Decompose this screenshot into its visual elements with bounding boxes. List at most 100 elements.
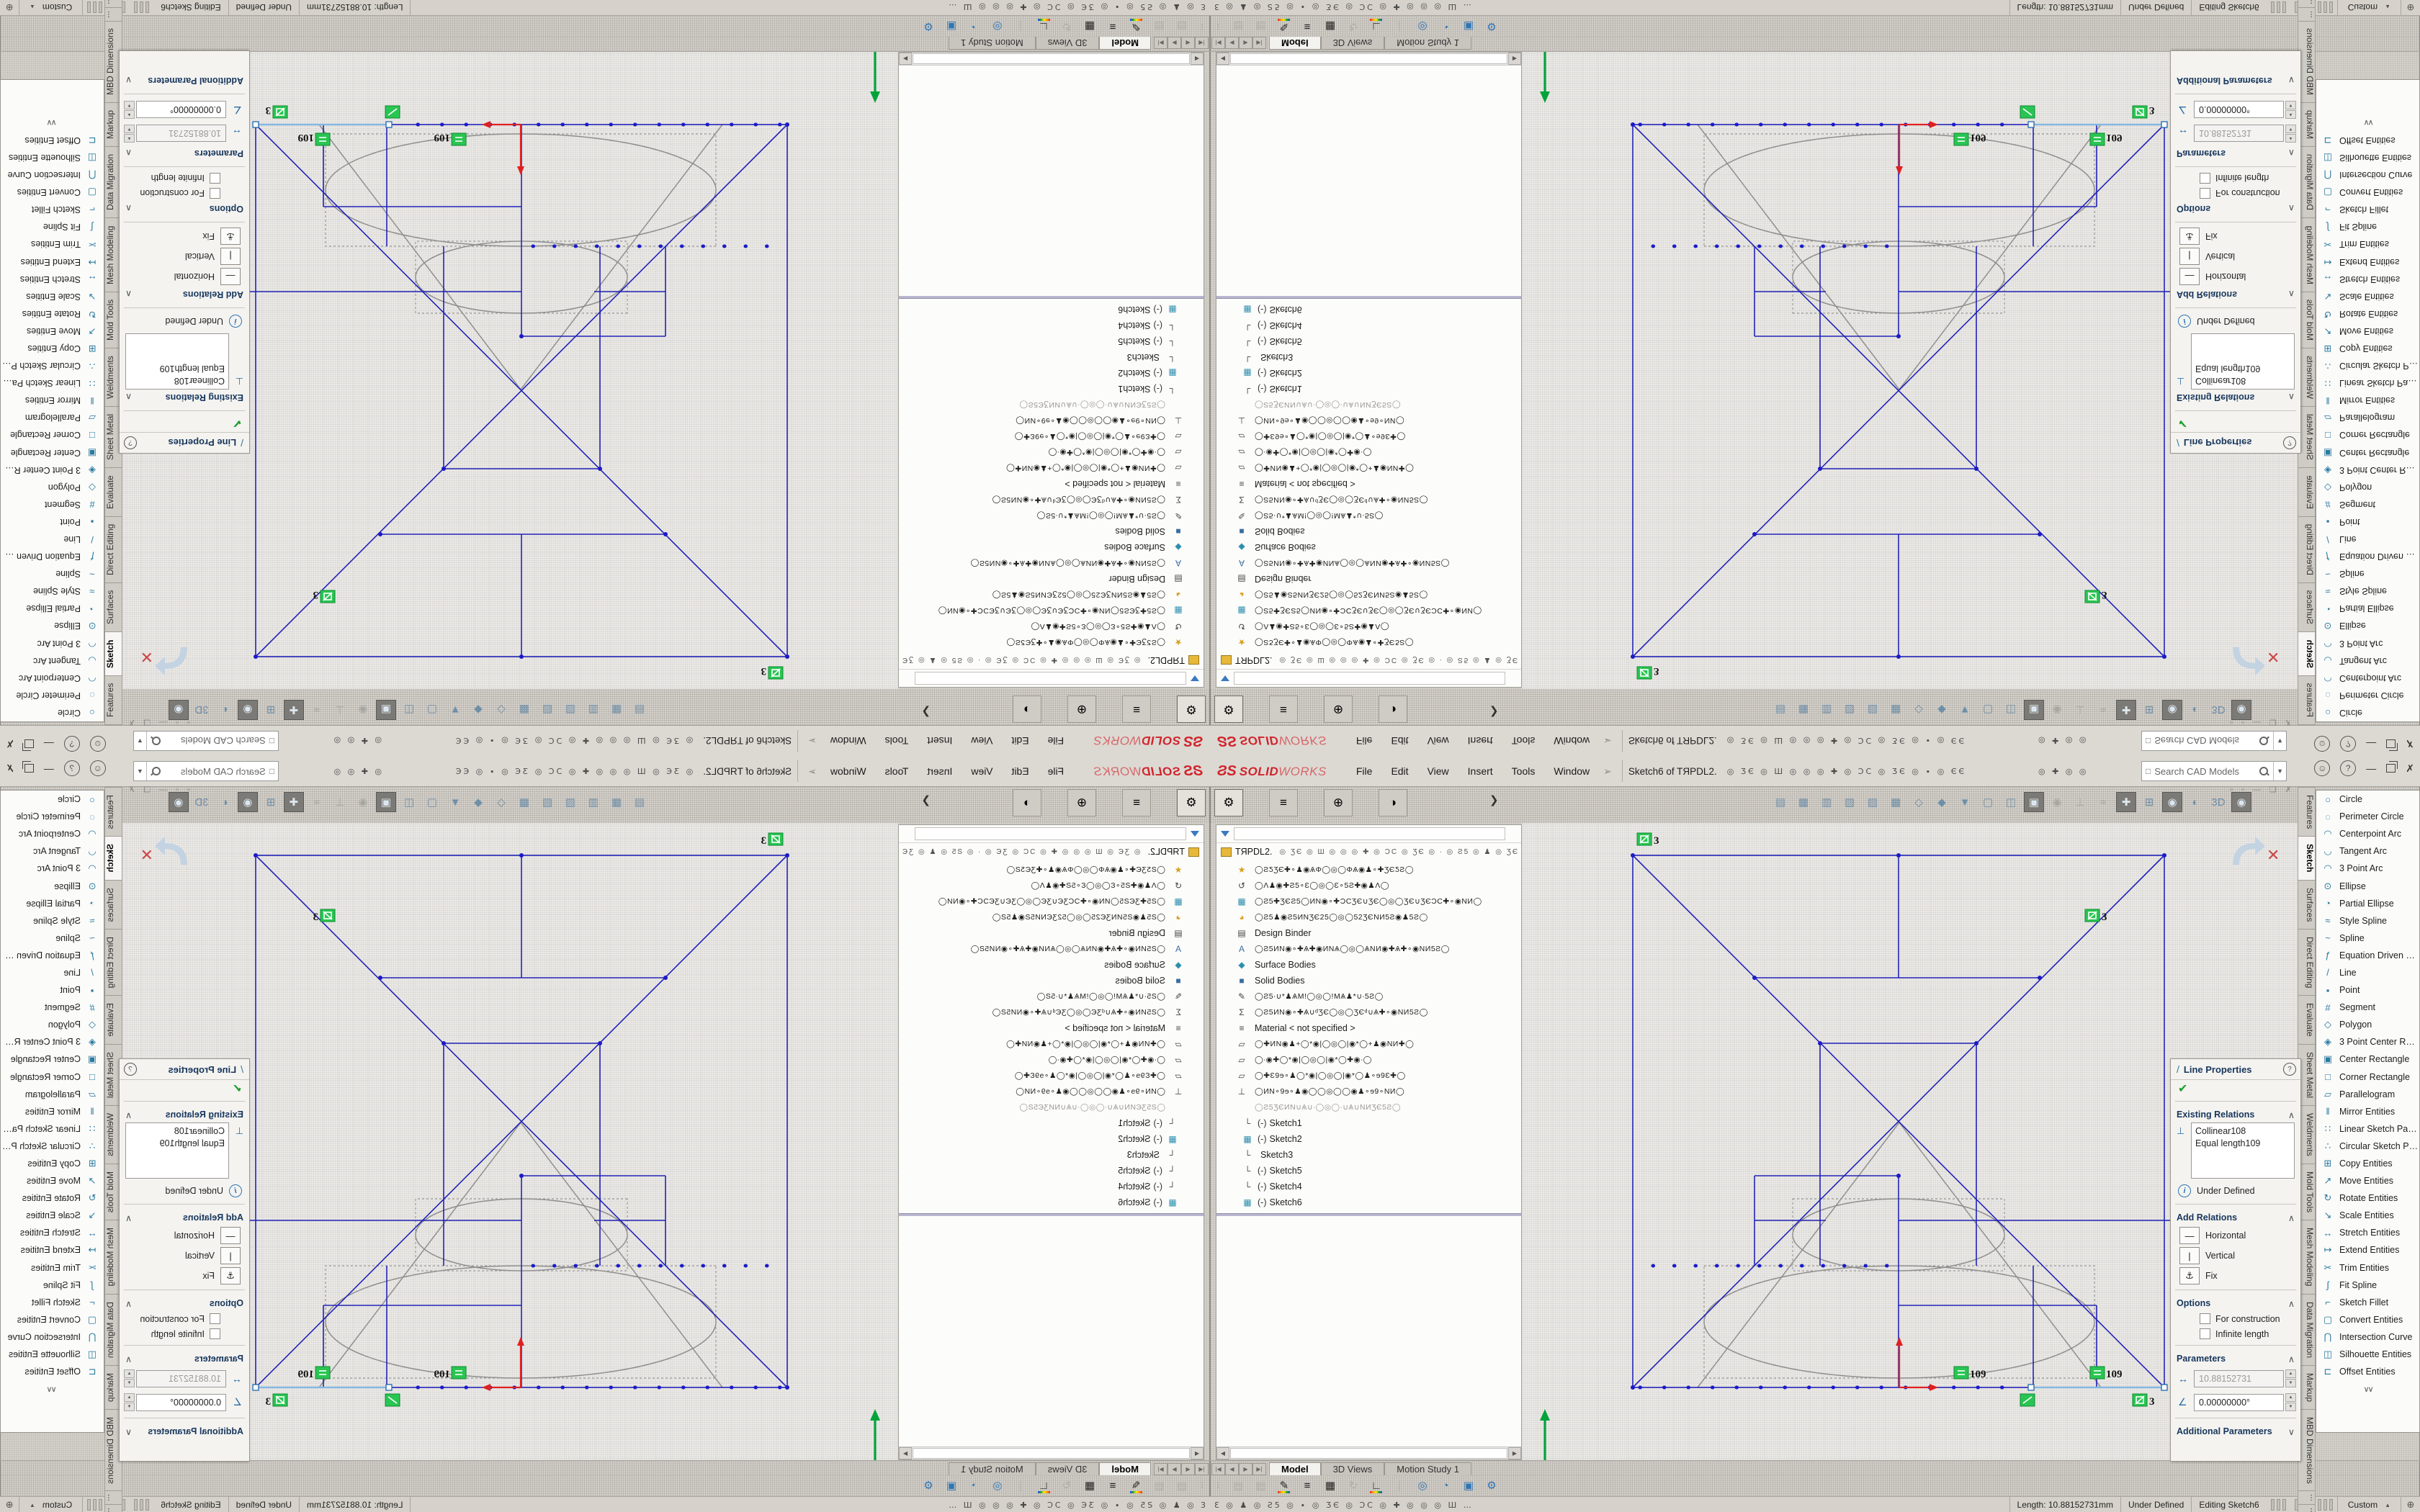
tree-row[interactable]: ▦ (-) Sketch6 <box>899 1194 1204 1210</box>
mdi-control-icon[interactable]: ✗ <box>2285 718 2292 727</box>
view-toolbar-icon[interactable]: ≈ <box>2093 700 2113 720</box>
view-toolbar-icon[interactable]: ◆ <box>468 700 488 720</box>
filter-input[interactable] <box>1234 827 1505 840</box>
featuremanager-tab[interactable]: ⊕ <box>1324 789 1353 816</box>
sketch-tool-item[interactable]: ~ Spline <box>2316 565 2419 582</box>
tree-row[interactable]: ▱ ◯∙◉✚◯*◉|◯◎◯|◉*◯✚◉∙◯ <box>1216 1052 1521 1068</box>
relation-button-icon[interactable]: — <box>220 268 241 285</box>
next-tab-icon[interactable]: ▶ <box>1239 37 1252 49</box>
tree-row[interactable]: ↺ ◯Λ♟◉✚Ƨ5∘Ɛ◯◎◯Ɛ∘5Ƨ✚◉♟Λ◯ <box>899 878 1204 894</box>
status-custom-button[interactable]: Custom ▲ <box>2337 1497 2401 1512</box>
view-toolbar-icon[interactable]: ▼ <box>445 792 465 812</box>
sketch-tool-item[interactable]: ƒ Equation Driven Curve <box>1 548 104 565</box>
menu-item[interactable]: File <box>1039 765 1074 777</box>
sketch-tool-item[interactable]: ◌ Perimeter Circle <box>2316 808 2419 825</box>
bottom-toolbar-icon[interactable]: ↻ <box>1344 20 1363 33</box>
line-endpoint-handle[interactable] <box>386 122 392 127</box>
confirmation-corner[interactable]: ✕ <box>140 647 187 675</box>
sketch-tool-item[interactable]: ƒ Equation Driven Curve <box>1 947 104 964</box>
sketch-tool-item[interactable]: ↘ Scale Entities <box>1 1207 104 1224</box>
mdi-control-icon[interactable]: ▫ <box>176 786 179 794</box>
add-relations-header[interactable]: Add Relations∧ <box>120 287 249 304</box>
mdi-control-icon[interactable]: ✗ <box>128 785 135 794</box>
commandmanager-tab[interactable]: ⋯ <box>104 0 122 8</box>
sketch-tool-item[interactable]: ⊙ Ellipse <box>1 617 104 634</box>
relation-button-icon[interactable]: ⚓ <box>2179 1267 2200 1284</box>
tree-row[interactable]: ◆ Surface Bodies <box>899 539 1204 555</box>
ok-button[interactable]: ✔ <box>2171 415 2300 432</box>
add-relation-row[interactable]: | Vertical <box>2171 246 2300 266</box>
featuremanager-tab[interactable]: ◑ <box>1013 789 1041 816</box>
help-icon[interactable]: ? <box>64 760 80 776</box>
search-input[interactable]: □ Search CAD Models ▼ <box>133 761 279 781</box>
equal-relation-badge[interactable]: 109 <box>298 132 331 145</box>
sketch-tool-item[interactable]: ✂ Trim Entities <box>1 1259 104 1277</box>
featuremanager-tab[interactable]: ⚙ <box>1214 696 1243 723</box>
tree-row[interactable]: A ◯Ƨ5ИN◉∘✚Ѧ✚◉ИNѦ◯◎◯ѦNИ◉✚Ѧ✚∘◉NИ5Ƨ◯ <box>899 941 1204 957</box>
tree-row[interactable]: ▱ ◯✚Ɛ9ɘ∘♟◯*◉|◯◎◯|◉*◯♟∘ɘ9Ɛ✚◯ <box>1216 1068 1521 1084</box>
bottom-toolbar-icon[interactable]: ↻ <box>1344 1479 1363 1492</box>
first-tab-icon[interactable]: |◀ <box>1195 1463 1209 1475</box>
mdi-control-icon[interactable]: ✗ <box>2285 785 2292 794</box>
sketch-tool-item[interactable]: ◔ Partial Ellipse <box>1 895 104 912</box>
sketch-tool-item[interactable]: / Line <box>1 964 104 981</box>
sketch-tool-item[interactable]: ✂ Trim Entities <box>2316 1259 2419 1277</box>
view-toolbar-icon[interactable]: ◫ <box>2001 700 2021 720</box>
option-row[interactable]: For construction <box>2171 186 2300 201</box>
parameters-header[interactable]: Parameters∧ <box>120 1349 249 1367</box>
mdi-control-icon[interactable]: — <box>2253 786 2261 794</box>
relation-button-icon[interactable]: ⚓ <box>2179 228 2200 245</box>
view-toolbar-icon[interactable]: 3D <box>192 792 212 812</box>
view-toolbar-icon[interactable]: ▦ <box>606 792 627 812</box>
add-relation-row[interactable]: ⚓ Fix <box>120 1266 249 1286</box>
tree-row[interactable]: ◯Ƨ5ƷЄИN∪Ѧ∪∙◯◎◯∙∪Ѧ∪NИƷЄ5Ƨ◯ <box>899 1099 1204 1115</box>
mdi-control-icon[interactable]: ❏ <box>2269 785 2277 794</box>
tree-row[interactable]: ▦ (-) Sketch2 <box>1216 1131 1521 1147</box>
scroll-left-icon[interactable]: ◀ <box>1191 1447 1204 1459</box>
length-input[interactable]: 10.88152731 <box>2194 1370 2284 1387</box>
document-tab[interactable]: Model <box>1099 37 1151 50</box>
tree-row[interactable]: ▦ ◯Ƨ5✚ƷЄƧ5◯ИN◉∘✚ƆϹƷЄ∪ƷЄ◯◎◯ƷЄ∪ƷЄƆϹ✚∘◉NИ◯ <box>1216 894 1521 909</box>
sketch-tool-item[interactable]: ⊙ Ellipse <box>2316 877 2419 894</box>
angle-spinner[interactable]: ▲▼ <box>124 101 135 119</box>
sketch-tool-item[interactable]: ⊙ Ellipse <box>2316 617 2419 634</box>
mdi-control-icon[interactable]: — <box>159 786 167 794</box>
tree-row[interactable]: └ (-) Sketch1 <box>1216 381 1521 397</box>
menu-item[interactable]: Window <box>821 735 876 747</box>
parameters-header[interactable]: Parameters∧ <box>2171 145 2300 163</box>
bottom-toolbar-icon[interactable]: ▤ <box>1229 1479 1247 1492</box>
equal-relation-badge[interactable]: 109 <box>298 1367 331 1380</box>
sketch-tool-item[interactable]: ◡ Tangent Arc <box>2316 842 2419 860</box>
document-tab[interactable]: Model <box>1269 1462 1321 1475</box>
checkbox[interactable] <box>210 1313 220 1324</box>
collinear-relation-badge[interactable] <box>2020 1394 2035 1406</box>
view-toolbar-icon[interactable]: ▤ <box>1770 700 1791 720</box>
commandmanager-tab[interactable]: ⋯ <box>2298 8 2316 22</box>
help-icon[interactable]: ? <box>64 736 80 752</box>
add-relations-header[interactable]: Add Relations∧ <box>120 1208 249 1225</box>
view-toolbar-icon[interactable]: ▤ <box>629 700 650 720</box>
bottom-toolbar-icon[interactable]: | <box>1011 1480 1030 1492</box>
sketch-tool-item[interactable]: ▪ Point <box>1 513 104 531</box>
tree-row[interactable]: ▱ ◯✚Ɛ9ɘ∘♟◯*◉|◯◎◯|◉*◯♟∘ɘ9Ɛ✚◯ <box>899 1068 1204 1084</box>
filter-input[interactable] <box>915 827 1186 840</box>
view-toolbar-icon[interactable]: ◉ <box>169 792 189 812</box>
sketch-tool-item[interactable]: ⊞ Copy Entities <box>2316 1155 2419 1172</box>
panel-help-icon[interactable]: ? <box>2283 436 2296 449</box>
sketch-tool-item[interactable]: ◠ 3 Point Arc <box>1 635 104 652</box>
option-row[interactable]: For construction <box>120 1311 249 1326</box>
line-endpoint-handle[interactable] <box>386 1385 392 1390</box>
relations-listbox[interactable]: Collinear108Equal length109 <box>2191 333 2295 390</box>
sketch-tool-item[interactable]: ◌ Perimeter Circle <box>1 687 104 704</box>
filter-icon[interactable] <box>1191 831 1199 837</box>
tree-splitter[interactable] <box>899 296 1204 299</box>
tree-row[interactable]: A ◯Ƨ5ИN◉∘✚Ѧ✚◉ИNѦ◯◎◯ѦNИ◉✚Ѧ✚∘◉NИ5Ƨ◯ <box>899 555 1204 571</box>
view-toolbar-icon[interactable]: ▧ <box>1839 792 1860 812</box>
toolbar-overflow-icons[interactable]: ◎ ✚ ◎ ◎ … <box>331 767 382 776</box>
sketch-tool-item[interactable]: ⋂ Intersection Curve <box>1 166 104 184</box>
checkbox[interactable] <box>2200 173 2210 184</box>
existing-relations-header[interactable]: Existing Relations∧ <box>120 1105 249 1122</box>
view-toolbar-icon[interactable]: ▤ <box>629 792 650 812</box>
relation-badge[interactable]: 3 <box>761 665 784 679</box>
view-toolbar-icon[interactable]: ✚ <box>284 792 304 812</box>
